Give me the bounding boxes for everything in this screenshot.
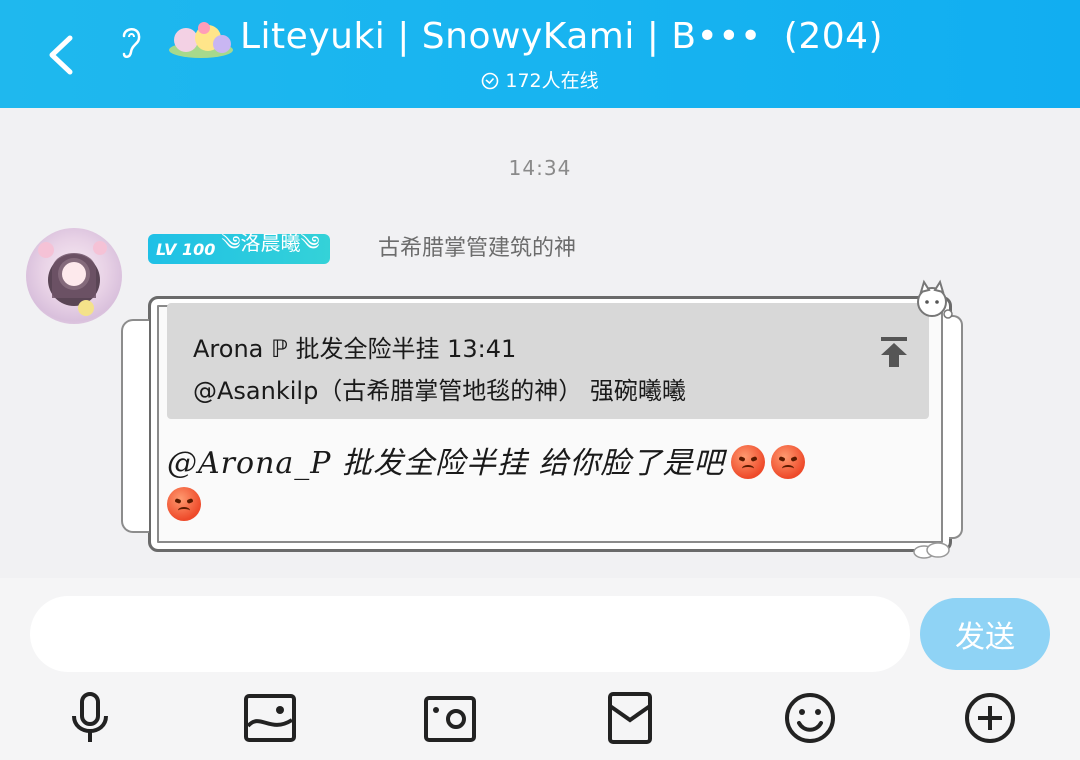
image-icon[interactable] bbox=[242, 690, 298, 746]
message-text: @Arona_P 批发全险半挂 给你脸了是吧 bbox=[167, 443, 897, 527]
camera-icon[interactable] bbox=[422, 690, 478, 746]
input-area: 发送 bbox=[0, 578, 1080, 760]
message-bubble[interactable]: Arona ℙ 批发全险半挂 13:41 @Asankilp（古希腊掌管地毯的神… bbox=[121, 296, 963, 552]
quote-text: @Asankilp（古希腊掌管地毯的神） 强碗曦曦 bbox=[193, 377, 686, 405]
angry-face-icon bbox=[730, 445, 765, 479]
level-label: LV 100 bbox=[156, 239, 216, 259]
quote-header: Arona ℙ 批发全险半挂 13:41 bbox=[193, 335, 517, 363]
member-count: (204) bbox=[783, 16, 884, 57]
bubble-scroll-right bbox=[949, 315, 963, 539]
jump-to-quote-icon[interactable] bbox=[881, 337, 907, 367]
send-button[interactable]: 发送 bbox=[920, 598, 1050, 670]
message-timestamp: 14:34 bbox=[508, 156, 572, 180]
angry-face-icon bbox=[770, 445, 805, 479]
emoji-icon[interactable] bbox=[782, 690, 838, 746]
message-input[interactable] bbox=[30, 596, 910, 672]
cloud-decoration-icon bbox=[913, 542, 950, 559]
online-indicator-icon bbox=[482, 72, 499, 90]
group-avatar-icon bbox=[169, 22, 233, 58]
input-toolbar bbox=[0, 688, 1080, 748]
cat-decoration-icon bbox=[917, 279, 953, 319]
level-badge: LV 100 ༄洛晨曦༄ bbox=[148, 231, 330, 264]
group-name: Liteyuki | SnowyKami | B••• bbox=[240, 16, 762, 57]
sender-avatar[interactable] bbox=[26, 228, 122, 324]
angry-face-icon bbox=[167, 487, 201, 521]
red-packet-icon[interactable] bbox=[602, 690, 658, 746]
ear-icon[interactable] bbox=[116, 22, 146, 62]
plus-icon[interactable] bbox=[962, 690, 1018, 746]
avatar-image bbox=[38, 241, 107, 316]
online-count: 172人在线 bbox=[505, 70, 599, 92]
online-status: 172人在线 bbox=[0, 66, 1080, 96]
quoted-message[interactable]: Arona ℙ 批发全险半挂 13:41 @Asankilp（古希腊掌管地毯的神… bbox=[167, 303, 929, 419]
microphone-icon[interactable] bbox=[62, 690, 118, 746]
sender-group-title: 古希腊掌管建筑的神 bbox=[378, 236, 577, 261]
group-title[interactable]: Liteyuki | SnowyKami | B••• (204) bbox=[240, 14, 883, 60]
message-body: @Arona_P 批发全险半挂 给你脸了是吧 bbox=[167, 446, 725, 481]
sender-nickname[interactable]: ༄洛晨曦༄ bbox=[221, 221, 319, 277]
chat-header: Liteyuki | SnowyKami | B••• (204) 172人在线 bbox=[0, 0, 1080, 108]
bubble-scroll-left bbox=[121, 319, 149, 533]
